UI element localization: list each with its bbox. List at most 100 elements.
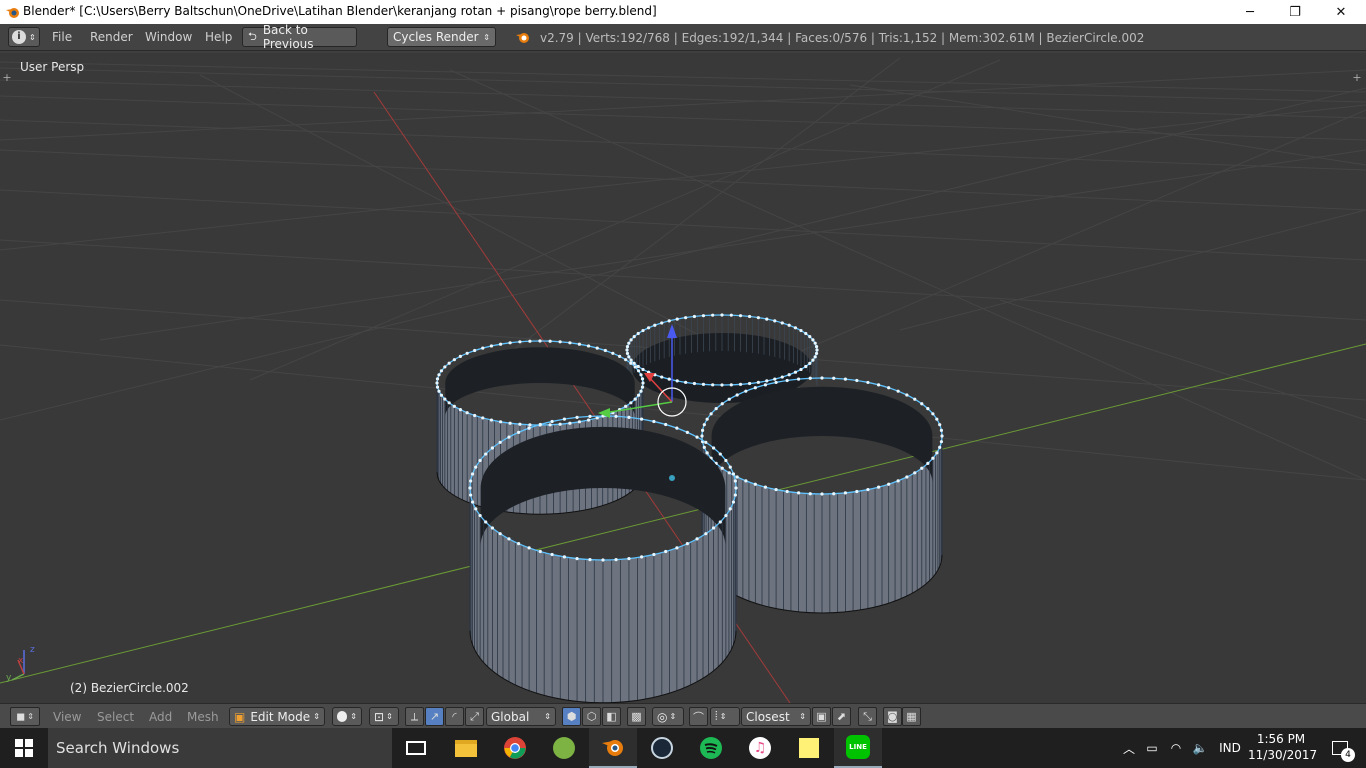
toolshelf-toggle-icon[interactable]: + [2,72,12,83]
render-preview-icon[interactable]: ◙ [883,707,902,726]
task-view-button[interactable] [392,728,440,768]
selected-vertex [876,485,881,489]
selected-vertex [727,397,731,401]
taskbar-itunes[interactable]: ♫ [736,728,784,768]
menu-window[interactable]: Window [145,30,192,44]
menu-file[interactable]: File [52,30,72,44]
viewport-shading-dropdown[interactable]: ⇕ [332,707,362,726]
bezier-rope-mesh[interactable] [435,313,944,703]
selected-vertex [588,558,592,562]
proportional-editing-dropdown[interactable]: ◎ ⇕ [652,707,684,726]
language-indicator[interactable]: IND [1212,741,1248,755]
snap-align-icon[interactable]: ▣ [812,707,831,726]
volume-icon[interactable]: 🔈 [1188,741,1212,755]
taskbar-android-studio[interactable] [540,728,588,768]
selected-vertex [625,351,630,356]
wifi-icon[interactable]: ◠ [1164,741,1188,755]
minimize-button[interactable]: ─ [1227,0,1273,24]
close-button[interactable]: ✕ [1318,0,1364,24]
menu-render[interactable]: Render [90,30,133,44]
selected-vertex [729,383,733,387]
rotate-manipulator-icon[interactable]: ◜ [445,707,464,726]
taskbar-line[interactable]: LINE [834,728,882,768]
selected-vertex [473,413,477,418]
snap-element-dropdown[interactable]: ⦙ ⇕ [710,707,740,726]
scene-canvas[interactable] [0,51,1366,703]
clock[interactable]: 1:56 PM 11/30/2017 [1248,731,1317,763]
menu-help[interactable]: Help [205,30,232,44]
maximize-button[interactable]: ❐ [1272,0,1318,24]
selected-vertex [938,423,942,427]
start-button[interactable] [0,728,48,768]
snap-target-dropdown[interactable]: Closest ⇕ [741,707,811,726]
axis-x-label: x [18,656,24,666]
selected-vertex [629,358,633,362]
transform-orientation-dropdown[interactable]: Global ⇕ [486,707,556,726]
selected-vertex [808,492,812,496]
snap-project-icon[interactable]: ⬈ [832,707,851,726]
selected-vertex [675,426,679,430]
grid-line [0,67,1366,103]
taskbar-steam[interactable] [638,728,686,768]
vertex-select-icon[interactable]: ⬢ [562,707,581,726]
taskbar-file-explorer[interactable] [442,728,490,768]
selected-vertex [675,317,679,321]
editor-type-selector-3d[interactable]: ◼ ⇕ [10,707,40,726]
active-object-label: (2) BezierCircle.002 [70,681,189,695]
spotify-icon [700,737,722,759]
selected-vertex [887,482,891,486]
axis-z-label: z [30,645,35,655]
selected-vertex [562,417,566,421]
snap-peel-icon[interactable]: ⤡ [858,707,877,726]
selected-vertex [473,348,477,353]
menu-select[interactable]: Select [97,710,134,724]
properties-toggle-icon[interactable]: + [1352,72,1362,83]
pivot-point-dropdown[interactable]: ⊡ ⇕ [369,707,399,726]
selected-vertex [773,319,777,323]
3d-viewport[interactable]: User Persp (2) BezierCircle.002 + + z y … [0,51,1366,703]
selected-vertex [866,487,870,492]
render-engine-dropdown[interactable]: Cycles Render ⇕ [387,27,496,47]
editor-type-selector[interactable]: i ⇕ [8,27,40,47]
action-center-button[interactable]: 4 [1322,728,1358,768]
limit-selection-icon[interactable]: ▩ [627,707,646,726]
scale-manipulator-icon[interactable]: ⤢ [465,707,484,726]
show-hidden-icons-icon[interactable]: ︿ [1118,740,1140,757]
selected-vertex [780,321,784,325]
grid-line [899,209,1366,331]
search-box[interactable]: Search Windows [48,728,392,768]
selected-vertex [629,401,633,405]
selected-vertex [926,407,930,411]
translate-manipulator-icon[interactable]: ↗ [425,707,444,726]
selected-vertex [820,376,824,380]
selected-vertex [627,355,631,359]
selected-vertex [738,314,743,318]
mode-dropdown[interactable]: ▣ Edit Mode ⇕ [229,707,325,726]
selected-vertex [465,411,469,415]
menu-view[interactable]: View [53,710,81,724]
taskbar-spotify[interactable] [687,728,735,768]
menu-add[interactable]: Add [149,710,172,724]
edge-select-icon[interactable]: ⬡ [582,707,601,726]
blender-logo-icon [602,740,623,756]
manipulator-toggle-icon[interactable]: ⟂ [405,707,424,726]
taskbar-chrome[interactable] [491,728,539,768]
selected-vertex [780,375,784,379]
battery-icon[interactable]: ▭ [1140,741,1164,755]
selected-vertex [627,341,631,345]
selected-vertex [624,404,628,408]
face-select-icon[interactable]: ◧ [602,707,621,726]
snap-toggle-icon[interactable]: ⌒ [689,707,708,726]
clock-time: 1:56 PM [1256,732,1306,746]
chevron-updown-icon: ⇕ [799,712,806,721]
render-animation-icon[interactable]: ▦ [902,707,921,726]
taskbar-sticky-notes[interactable] [785,728,833,768]
taskbar-blender[interactable] [589,728,637,768]
z-arrow-head [667,324,677,338]
back-to-previous-button[interactable]: ⮌ Back to Previous [242,23,357,51]
menu-mesh[interactable]: Mesh [187,710,219,724]
grid-line [0,104,1366,251]
selected-vertex [538,339,542,343]
selected-vertex [443,365,447,369]
selected-vertex [588,414,592,418]
